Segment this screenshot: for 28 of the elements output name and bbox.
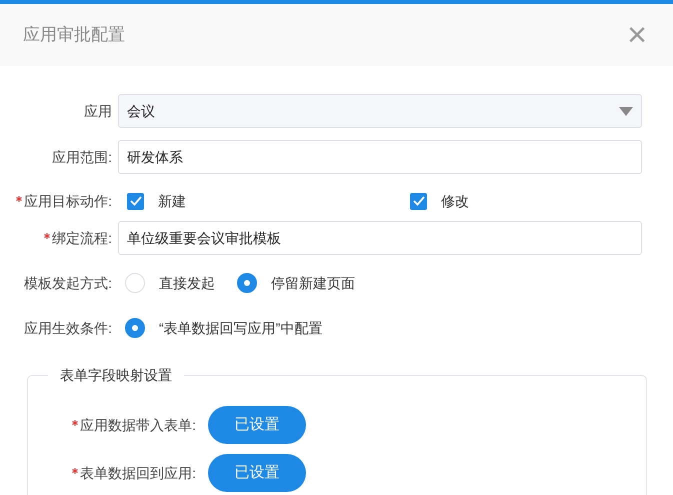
option-label: “表单数据回写应用”中配置 — [159, 318, 322, 338]
field-label: 应用生效条件: — [24, 320, 112, 336]
dialog-title: 应用审批配置 — [23, 24, 125, 46]
option-label: 修改 — [441, 192, 469, 210]
field-label: 应用目标动作: — [24, 192, 112, 209]
checkbox[interactable] — [127, 192, 144, 210]
settings-button[interactable]: 已设置 — [208, 454, 306, 492]
field-label: 应用 — [84, 102, 112, 119]
input-field[interactable]: 研发体系 — [118, 140, 642, 174]
app-select[interactable]: 会议 — [118, 94, 642, 128]
radio-button[interactable] — [125, 318, 145, 338]
option-label: 直接发起 — [159, 274, 215, 292]
field-label: 应用数据带入表单: — [80, 416, 196, 433]
required-icon — [44, 232, 50, 239]
required-icon — [16, 196, 22, 202]
required-icon — [72, 468, 78, 474]
dropdown-caret-icon — [619, 106, 633, 116]
input-field[interactable]: 单位级重要会议审批模板 — [118, 221, 642, 255]
settings-button[interactable]: 已设置 — [208, 406, 306, 444]
checkbox[interactable] — [410, 192, 427, 210]
option-label: 停留新建页面 — [271, 274, 355, 292]
field-label: 应用范围: — [52, 148, 112, 165]
radio-button[interactable] — [237, 273, 257, 293]
field-label: 模板发起方式: — [24, 274, 112, 291]
option-label: 新建 — [158, 192, 186, 210]
required-icon — [72, 420, 78, 426]
field-label: 表单数据回到应用: — [80, 464, 196, 481]
field-label: 绑定流程: — [52, 230, 112, 246]
